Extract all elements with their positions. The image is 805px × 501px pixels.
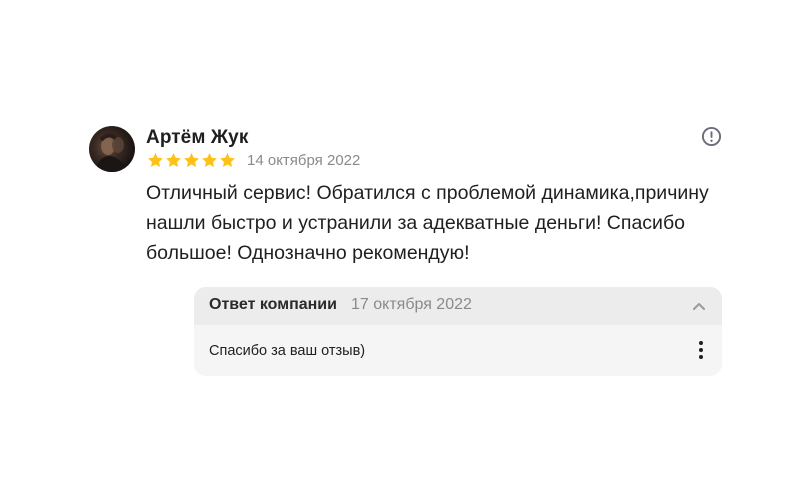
chevron-up-icon[interactable]: [691, 299, 707, 313]
star-icon: [148, 153, 163, 168]
reply-text: Спасибо за ваш отзыв): [209, 343, 366, 359]
star-icon: [202, 153, 217, 168]
exclamation-circle-icon[interactable]: [701, 126, 722, 147]
star-icon: [166, 153, 181, 168]
review-text: Отличный сервис! Обратился с проблемой д…: [146, 182, 709, 264]
reply-header[interactable]: Ответ компании 17 октября 2022: [194, 287, 722, 325]
review-card: Артём Жук 14 октября 2022 Отличный серви…: [0, 0, 805, 501]
star-icon: [220, 153, 235, 168]
avatar[interactable]: [89, 126, 135, 172]
reply-date: 17 октября 2022: [351, 296, 472, 313]
review-date: 14 октября 2022: [247, 152, 361, 169]
rating-stars: [147, 152, 236, 169]
vertical-dots-icon[interactable]: [696, 339, 706, 361]
star-icon: [184, 153, 199, 168]
author-name[interactable]: Артём Жук: [146, 127, 248, 149]
company-reply: Ответ компании 17 октября 2022 Спасибо з…: [194, 287, 722, 376]
reply-label: Ответ компании: [209, 296, 337, 313]
